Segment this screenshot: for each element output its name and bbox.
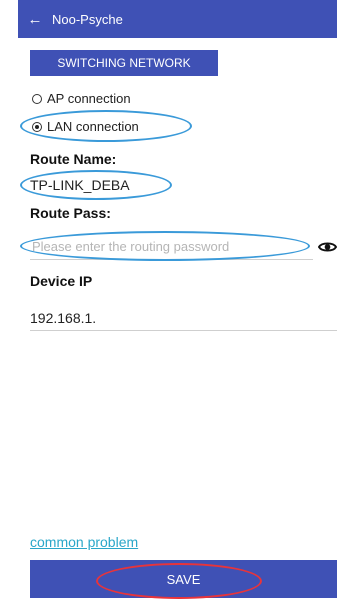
switching-network-button[interactable]: SWITCHING NETWORK xyxy=(30,50,218,76)
device-ip-label: Device IP xyxy=(30,273,93,289)
radio-unchecked-icon[interactable] xyxy=(32,93,42,104)
highlight-ellipse-route-pass xyxy=(20,231,310,261)
route-pass-label: Route Pass: xyxy=(30,205,111,221)
device-ip-field[interactable]: 192.168.1. xyxy=(30,310,96,326)
highlight-ellipse-route-name xyxy=(20,170,172,200)
app-title: Noo-Psyche xyxy=(52,11,123,27)
radio-label-ap: AP connection xyxy=(47,91,131,106)
app-screen: ← Noo-Psyche SWITCHING NETWORK AP connec… xyxy=(18,0,337,600)
common-problem-link[interactable]: common problem xyxy=(30,534,138,550)
arrow-left-icon[interactable]: ← xyxy=(18,11,52,28)
highlight-ellipse-save xyxy=(96,563,262,599)
device-ip-underline xyxy=(30,330,337,331)
route-name-label: Route Name: xyxy=(30,151,117,167)
radio-ap-connection[interactable]: AP connection xyxy=(32,91,131,106)
highlight-ellipse-lan xyxy=(20,110,192,142)
eye-icon[interactable] xyxy=(318,240,337,254)
app-bar: ← Noo-Psyche xyxy=(18,0,337,38)
